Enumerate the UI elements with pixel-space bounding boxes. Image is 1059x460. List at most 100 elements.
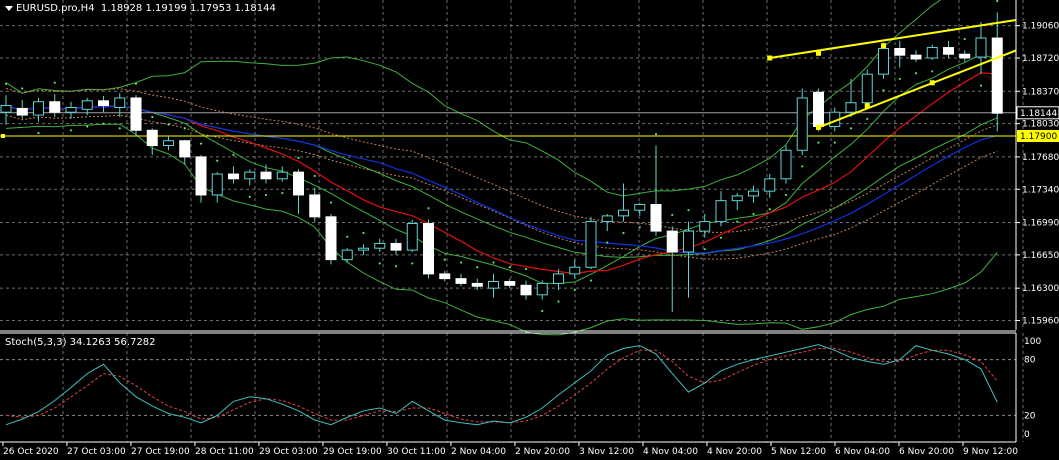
candle-bear[interactable] [130, 97, 142, 131]
candle-bear[interactable] [195, 156, 207, 196]
psar-dot [589, 279, 593, 282]
psar-dot [329, 201, 333, 204]
candle-bull[interactable] [211, 173, 223, 196]
trendline-anchor[interactable] [881, 43, 886, 49]
trendline-anchor[interactable] [816, 50, 821, 56]
psar-dot [167, 123, 170, 126]
candle-bear[interactable] [98, 100, 109, 107]
chart-menu-icon[interactable] [5, 5, 13, 11]
chart-background [0, 0, 1059, 460]
trendline-anchor[interactable] [929, 80, 935, 86]
candle-bull[interactable] [65, 106, 77, 113]
time-tick-label: 5 Nov 12:00 [771, 447, 826, 457]
candle-bull[interactable] [618, 209, 629, 217]
psar-dot [199, 142, 203, 145]
candle-bear[interactable] [504, 280, 516, 286]
candle-bear[interactable] [179, 140, 191, 158]
candle-bull[interactable] [569, 266, 581, 275]
candle-bull[interactable] [796, 97, 808, 151]
candle-bull[interactable] [81, 100, 93, 110]
candle-bear[interactable] [910, 54, 922, 60]
candle-bull[interactable] [585, 221, 597, 268]
psar-dot [768, 208, 771, 211]
price-tick-label: 1.16650 [1022, 251, 1059, 261]
psar-dot [638, 226, 641, 229]
candle-bull[interactable] [975, 37, 987, 58]
psar-dot [801, 165, 804, 168]
candle-bull[interactable] [764, 178, 776, 192]
psar-dot [21, 87, 24, 90]
candle-bear[interactable] [49, 101, 61, 113]
candle-bull[interactable] [748, 190, 759, 197]
candle-bull[interactable] [861, 73, 873, 104]
time-tick-label: 6 Nov 20:00 [899, 447, 954, 457]
candle-bull[interactable] [488, 280, 499, 289]
candle-bull[interactable] [33, 101, 44, 116]
candle-bear[interactable] [325, 216, 337, 261]
psar-dot [979, 84, 983, 87]
psar-dot [297, 156, 300, 159]
time-tick-label: 3 Nov 12:00 [579, 447, 634, 457]
candle-bear[interactable] [943, 47, 954, 55]
psar-dot [264, 193, 268, 197]
psar-dot [833, 141, 836, 144]
candle-bear[interactable] [894, 48, 906, 56]
candle-bear[interactable] [390, 242, 402, 251]
candle-bear[interactable] [471, 282, 483, 287]
candle-bull[interactable] [553, 273, 564, 284]
psar-dot [37, 132, 40, 135]
psar-dot [281, 191, 284, 195]
candle-bull[interactable] [406, 222, 418, 251]
candle-bull[interactable] [276, 171, 288, 180]
price-tick-label: 1.18370 [1022, 87, 1059, 97]
candle-bear[interactable] [439, 273, 451, 280]
psar-dot [736, 220, 739, 223]
trendline-anchor[interactable] [816, 124, 821, 130]
time-tick-label: 6 Nov 04:00 [835, 447, 890, 457]
trendline-anchor[interactable] [767, 55, 773, 61]
candle-bull[interactable] [358, 247, 369, 251]
candle-bull[interactable] [878, 48, 889, 75]
candle-bull[interactable] [845, 102, 857, 113]
candle-bear[interactable] [16, 107, 28, 116]
candle-bull[interactable] [780, 149, 792, 180]
time-tick-label: 27 Oct 03:00 [67, 447, 126, 457]
candle-bear[interactable] [146, 129, 158, 147]
candle-bear[interactable] [650, 203, 662, 232]
candle-bull[interactable] [244, 171, 256, 180]
psar-dot [151, 115, 154, 119]
candle-bull[interactable] [926, 47, 938, 59]
time-tick-label: 30 Oct 11:00 [387, 447, 446, 457]
candle-bear[interactable] [813, 91, 824, 127]
candle-bull[interactable] [114, 97, 126, 108]
candle-bear[interactable] [666, 230, 678, 253]
trendline-anchor[interactable] [864, 103, 870, 109]
psar-dot [313, 174, 316, 178]
time-tick-label: 2 Nov 04:00 [451, 447, 506, 457]
candle-bull[interactable] [715, 200, 727, 223]
trading-chart[interactable]: 1.19060 1.18720 1.18370 1.18030 1.17680 1.173… [0, 0, 1059, 460]
candle-bull[interactable] [341, 249, 353, 261]
candle-bear[interactable] [991, 37, 1003, 114]
candle-bear[interactable] [423, 222, 434, 275]
candle-bear[interactable] [293, 171, 304, 196]
candle-bull[interactable] [731, 195, 743, 202]
candle-bear[interactable] [228, 173, 239, 180]
candle-bear[interactable] [520, 284, 532, 296]
candle-bear[interactable] [455, 278, 467, 284]
candle-bull[interactable] [634, 203, 646, 211]
psar-dot [914, 72, 918, 75]
psar-dot [411, 262, 414, 265]
candle-bull[interactable] [683, 230, 694, 253]
psar-dot [784, 193, 788, 197]
candle-bear[interactable] [260, 171, 272, 180]
psar-dot [216, 159, 219, 162]
candle-bull[interactable] [601, 215, 613, 223]
candle-bear[interactable] [959, 53, 971, 59]
candle-bull[interactable] [374, 242, 386, 249]
candle-bull[interactable] [163, 140, 174, 147]
candle-bull[interactable] [699, 221, 711, 232]
candle-bull[interactable] [0, 105, 12, 113]
candle-bull[interactable] [536, 282, 548, 296]
candle-bear[interactable] [309, 194, 321, 218]
